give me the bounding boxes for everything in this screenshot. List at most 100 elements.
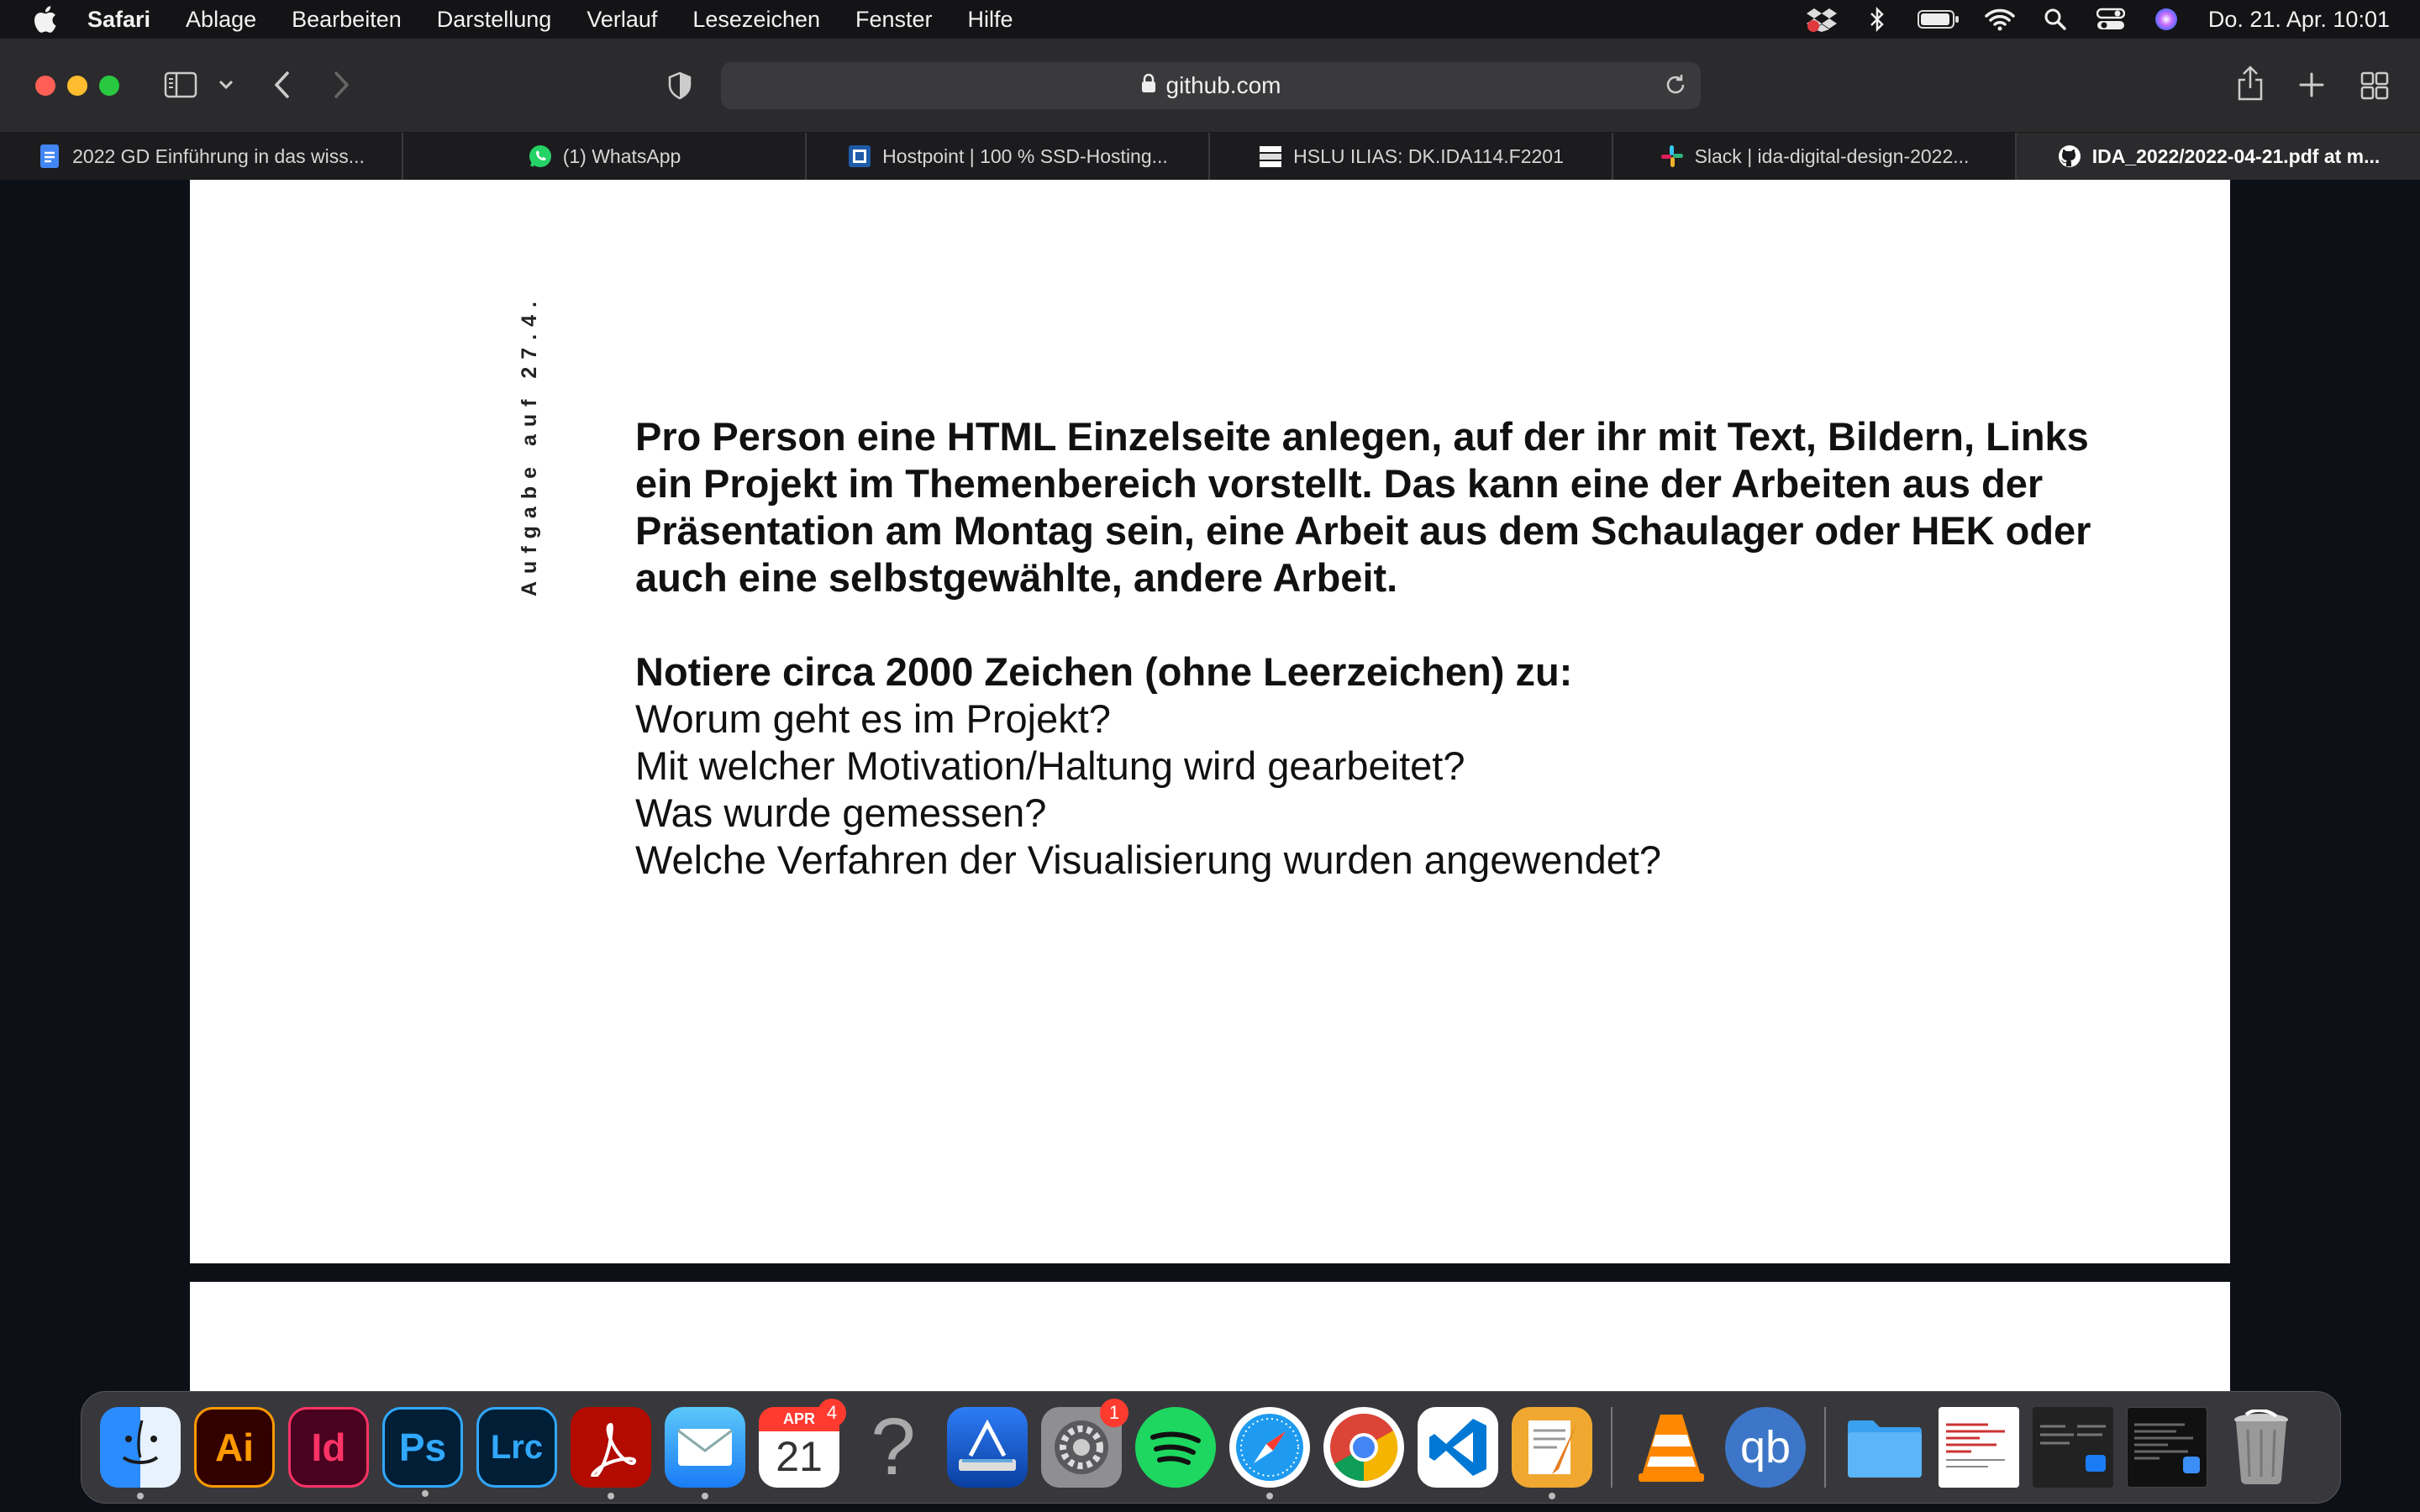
whatsapp-icon <box>529 145 551 167</box>
forward-arrow-icon[interactable] <box>329 71 355 99</box>
dock-qbittorrent[interactable]: qb <box>1725 1407 1806 1488</box>
safari-window: github.com 2022 GD Einführung in das wis… <box>0 39 2420 1391</box>
assignment-line: ein Projekt im Themenbereich vorstellt. … <box>635 461 2044 506</box>
calendar-day: 21 <box>776 1433 823 1480</box>
fullscreen-window-button[interactable] <box>99 76 119 96</box>
menu-darstellung[interactable]: Darstellung <box>437 7 552 33</box>
tab-label: HSLU ILIAS: DK.IDA114.F2201 <box>1293 144 1564 167</box>
tab-github-active[interactable]: IDA_2022/2022-04-21.pdf at m... <box>2017 133 2420 180</box>
running-indicator <box>1549 1493 1555 1499</box>
dock-chrome[interactable] <box>1323 1407 1404 1488</box>
vertical-due-date-label: Aufgabe auf 27.4. <box>518 294 541 596</box>
assignment-line: auch eine selbstgewählte, andere Arbeit. <box>635 555 1398 600</box>
questions-heading: Notiere circa 2000 Zeichen (ohne Leerzei… <box>635 649 1573 694</box>
assignment-line: Pro Person eine HTML Einzelseite anlegen… <box>635 414 2089 459</box>
menu-hilfe[interactable]: Hilfe <box>968 7 1013 33</box>
dock-finder[interactable] <box>100 1407 181 1499</box>
dock-pages[interactable] <box>1512 1407 1592 1499</box>
pages-icon <box>1528 1420 1577 1474</box>
wifi-icon[interactable] <box>1983 7 2017 32</box>
assignment-line: Präsentation am Montag sein, eine Arbeit… <box>635 508 2091 553</box>
question-item: Worum geht es im Projekt? <box>635 696 1111 741</box>
pdf-next-page <box>190 1282 2230 1391</box>
dock-lightroom-classic[interactable]: Lrc <box>476 1407 557 1488</box>
dock-trash[interactable] <box>2221 1407 2302 1488</box>
tab-hostpoint[interactable]: Hostpoint | 100 % SSD-Hosting... <box>807 133 1210 180</box>
address-bar[interactable]: github.com <box>721 62 1701 109</box>
calendar-badge: 4 <box>818 1399 846 1427</box>
menu-bearbeiten[interactable]: Bearbeiten <box>292 7 402 33</box>
slack-icon <box>1660 145 1683 167</box>
bluetooth-icon[interactable] <box>1860 7 1894 32</box>
dock-photoshop[interactable]: Ps <box>382 1407 463 1497</box>
pdf-viewer: Aufgabe auf 27.4. Pro Person eine HTML E… <box>0 180 2420 1391</box>
window-thumbnail-icon <box>2040 1425 2106 1472</box>
menu-bar: Safari Ablage Bearbeiten Darstellung Ver… <box>0 0 2420 39</box>
apple-menu-icon[interactable] <box>32 5 57 34</box>
dock-vscode[interactable] <box>1418 1407 1498 1488</box>
tab-whatsapp[interactable]: (1) WhatsApp <box>403 133 807 180</box>
menu-bar-clock[interactable]: Do. 21. Apr. 10:01 <box>2208 7 2390 33</box>
settings-badge: 1 <box>1100 1399 1128 1427</box>
privacy-shield-icon[interactable] <box>666 71 694 101</box>
tab-overview-icon[interactable] <box>2360 71 2390 101</box>
chrome-icon <box>1330 1413 1398 1482</box>
google-docs-icon <box>40 144 60 168</box>
dock-safari[interactable] <box>1229 1407 1310 1499</box>
folder-icon <box>1848 1420 1922 1478</box>
back-arrow-icon[interactable] <box>269 71 294 99</box>
running-indicator <box>137 1493 144 1499</box>
tab-google-docs[interactable]: 2022 GD Einführung in das wiss... <box>0 133 403 180</box>
dropbox-icon[interactable] <box>1805 7 1839 32</box>
illustrator-icon: Ai <box>215 1425 254 1469</box>
dock-minimized-window-mail[interactable] <box>2033 1407 2113 1488</box>
reload-icon[interactable] <box>1664 73 1689 98</box>
new-tab-plus-icon[interactable] <box>2297 71 2326 99</box>
sidebar-toggle-icon[interactable] <box>163 71 198 99</box>
menu-lesezeichen[interactable]: Lesezeichen <box>692 7 820 33</box>
dock-image-capture[interactable] <box>947 1407 1028 1488</box>
running-indicator <box>702 1493 708 1499</box>
dock-indesign[interactable]: Id <box>288 1407 369 1488</box>
minimize-window-button[interactable] <box>67 76 87 96</box>
close-window-button[interactable] <box>35 76 55 96</box>
menu-app-safari[interactable]: Safari <box>87 7 150 33</box>
finder-icon <box>122 1420 159 1464</box>
dock-acrobat[interactable] <box>571 1407 651 1499</box>
dock-spotify[interactable] <box>1135 1407 1216 1488</box>
pdf-page: Aufgabe auf 27.4. Pro Person eine HTML E… <box>190 180 2230 1263</box>
dock-vlc[interactable] <box>1631 1407 1712 1488</box>
dock-unknown-app[interactable]: ? <box>853 1402 934 1492</box>
window-thumbnail-icon <box>2134 1423 2200 1473</box>
dock-system-preferences[interactable]: 1 <box>1041 1399 1128 1488</box>
menu-ablage[interactable]: Ablage <box>186 7 256 33</box>
browser-toolbar: github.com <box>0 39 2420 133</box>
menu-fenster[interactable]: Fenster <box>855 7 933 33</box>
spotlight-search-icon[interactable] <box>2039 7 2072 32</box>
control-center-icon[interactable] <box>2094 7 2128 32</box>
tab-label: IDA_2022/2022-04-21.pdf at m... <box>2091 144 2381 167</box>
status-menu-area: Do. 21. Apr. 10:01 <box>1783 0 2420 39</box>
safari-compass-icon <box>1236 1414 1303 1481</box>
share-icon[interactable] <box>2235 64 2265 102</box>
tab-label: Hostpoint | 100 % SSD-Hosting... <box>882 144 1168 167</box>
running-indicator <box>608 1493 614 1499</box>
dock-mail[interactable] <box>665 1407 745 1499</box>
dock-minimized-window-document[interactable] <box>1939 1407 2019 1488</box>
tab-bar: 2022 GD Einführung in das wiss... (1) Wh… <box>0 133 2420 180</box>
siri-icon[interactable] <box>2149 7 2183 32</box>
dock-downloads-folder[interactable] <box>1844 1407 1925 1488</box>
tab-slack[interactable]: Slack | ida-digital-design-2022... <box>1613 133 2017 180</box>
dock-minimized-window-terminal[interactable] <box>2127 1407 2207 1488</box>
tab-label: Slack | ida-digital-design-2022... <box>1694 144 1970 167</box>
menu-verlauf[interactable]: Verlauf <box>587 7 657 33</box>
chevron-down-icon[interactable] <box>217 76 235 94</box>
dock-calendar[interactable]: APR 21 4 <box>759 1399 846 1488</box>
github-icon <box>2058 145 2081 167</box>
battery-icon[interactable] <box>1916 7 1961 32</box>
dock-separator <box>1824 1407 1826 1488</box>
dock-illustrator[interactable]: Ai <box>194 1407 275 1488</box>
scanner-icon <box>959 1419 1016 1471</box>
tab-ilias[interactable]: HSLU ILIAS: DK.IDA114.F2201 <box>1210 133 1613 180</box>
